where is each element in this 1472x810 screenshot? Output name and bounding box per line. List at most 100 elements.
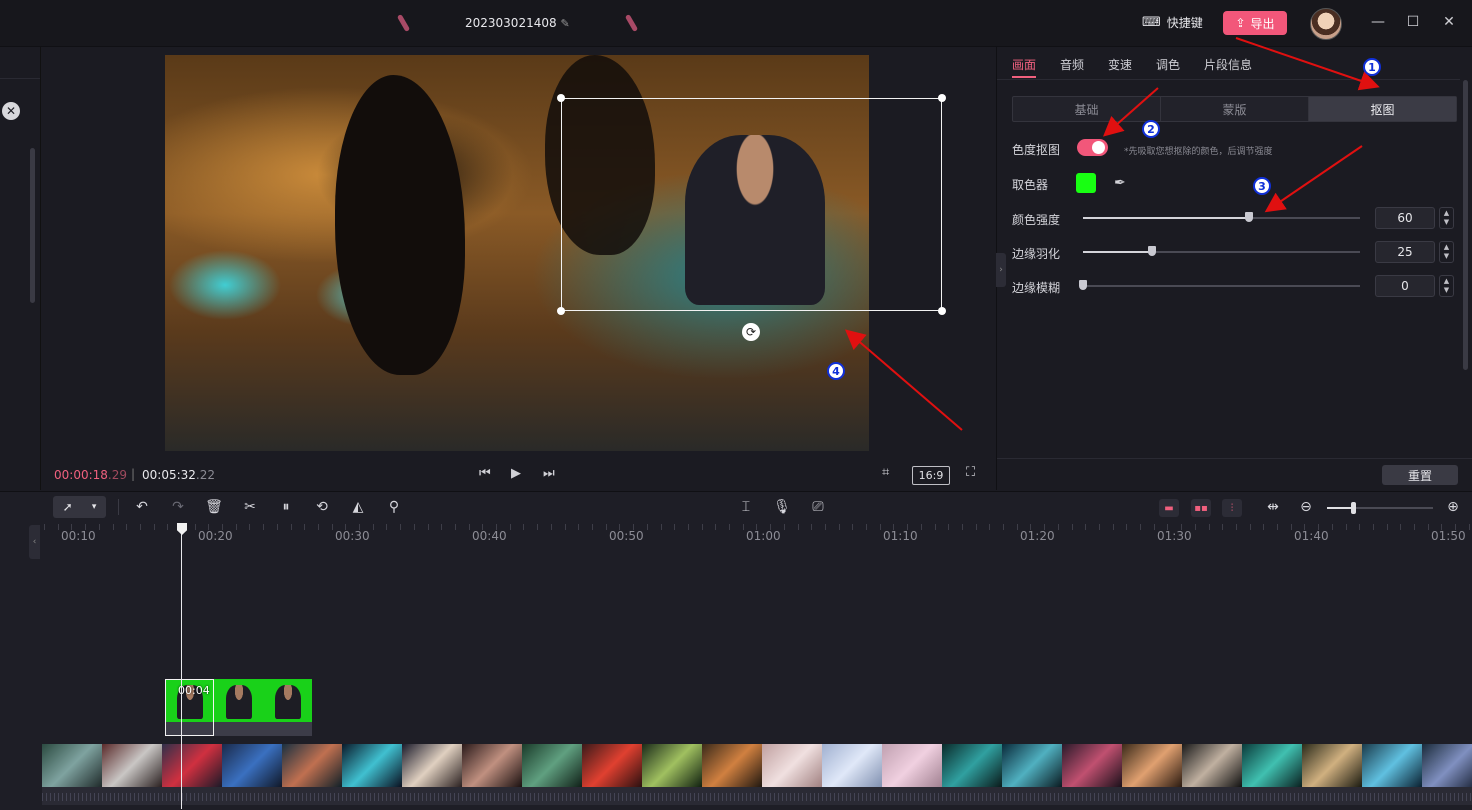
track-thumbnail bbox=[162, 744, 222, 787]
aspect-ratio-button[interactable]: 16:9 bbox=[912, 466, 950, 485]
track-thumbnail bbox=[342, 744, 402, 787]
ruler-tick bbox=[551, 524, 552, 530]
zoom-slider-thumb[interactable] bbox=[1351, 502, 1356, 514]
subtab-basic[interactable]: 基础 bbox=[1013, 97, 1161, 121]
auto-snap-icon[interactable]: ▪▪ bbox=[1191, 499, 1211, 517]
expand-panel-icon[interactable]: › bbox=[996, 253, 1006, 287]
ruler-tick bbox=[825, 524, 826, 530]
ruler-tick bbox=[71, 524, 72, 530]
loop-icon[interactable]: ⟲ bbox=[313, 499, 331, 515]
microphone-icon[interactable]: 🎙 bbox=[773, 499, 791, 515]
split-icon[interactable]: ⏸ bbox=[277, 499, 295, 515]
ruler-tick bbox=[400, 524, 401, 530]
ruler-tick bbox=[592, 524, 593, 530]
ruler-tick bbox=[811, 524, 812, 530]
select-tool-dropdown[interactable]: ➚ ▾ bbox=[53, 496, 106, 518]
collapse-left-icon[interactable]: ‹ bbox=[29, 525, 40, 559]
avatar[interactable] bbox=[1310, 8, 1342, 40]
rotate-icon[interactable]: ⟳ bbox=[742, 323, 760, 341]
main-video-track[interactable] bbox=[42, 744, 1472, 787]
track-thumbnail bbox=[42, 744, 102, 787]
ruler-tick bbox=[1113, 524, 1114, 530]
next-frame-icon[interactable]: ⏭ bbox=[543, 466, 555, 481]
close-icon[interactable]: ✕ bbox=[1437, 10, 1461, 34]
ruler-tick bbox=[1373, 524, 1374, 530]
edge-feather-thumb[interactable] bbox=[1148, 246, 1156, 256]
crop-icon[interactable]: ⌗ bbox=[882, 465, 889, 480]
subtab-cutout[interactable]: 抠图 bbox=[1309, 97, 1456, 121]
edge-feather-label: 边缘羽化 bbox=[1012, 247, 1061, 261]
edge-blur-stepper[interactable]: ▲ ▼ bbox=[1439, 275, 1454, 297]
resize-handle-br[interactable] bbox=[938, 307, 946, 315]
ruler-tick bbox=[1455, 524, 1456, 530]
text-recognition-icon[interactable]: ⌶ bbox=[737, 499, 755, 515]
close-panel-icon[interactable]: ✕ bbox=[2, 102, 20, 120]
project-title[interactable]: 202303021408 ✎ bbox=[465, 16, 570, 30]
main-track-magnet-icon[interactable]: ▬ bbox=[1159, 499, 1179, 517]
zoom-in-icon[interactable]: ⊕ bbox=[1444, 499, 1462, 515]
ruler-tick bbox=[702, 524, 703, 530]
picked-color-swatch[interactable] bbox=[1076, 173, 1096, 193]
pin-icon[interactable]: ⚲ bbox=[385, 499, 403, 515]
edge-feather-input[interactable]: 25 bbox=[1375, 241, 1435, 263]
edge-blur-input[interactable]: 0 bbox=[1375, 275, 1435, 297]
maximize-icon[interactable]: ☐ bbox=[1401, 10, 1425, 34]
inspector-scrollbar[interactable] bbox=[1463, 80, 1468, 370]
mirror-icon[interactable]: ◭ bbox=[349, 499, 367, 515]
tab-speed[interactable]: 变速 bbox=[1108, 56, 1132, 73]
ruler-tick bbox=[866, 524, 867, 530]
tab-audio[interactable]: 音频 bbox=[1060, 56, 1084, 73]
ruler-tick bbox=[222, 524, 223, 530]
color-strength-input[interactable]: 60 bbox=[1375, 207, 1435, 229]
subtab-mask[interactable]: 蒙版 bbox=[1161, 97, 1309, 121]
eyedropper-icon[interactable]: ✒ bbox=[1114, 175, 1126, 191]
ruler-tick bbox=[1400, 524, 1401, 530]
tab-color[interactable]: 调色 bbox=[1156, 56, 1180, 73]
ruler-tick bbox=[976, 524, 977, 530]
color-strength-thumb[interactable] bbox=[1245, 212, 1253, 222]
edge-blur-track[interactable] bbox=[1083, 285, 1360, 287]
ruler-tick bbox=[332, 524, 333, 530]
redo-icon[interactable]: ↷ bbox=[169, 499, 187, 515]
preview-axis-icon[interactable]: ⇹ bbox=[1264, 499, 1282, 515]
export-button[interactable]: ⇪ 导出 bbox=[1223, 11, 1287, 35]
zoom-out-icon[interactable]: ⊖ bbox=[1297, 499, 1315, 515]
ruler-tick bbox=[1058, 524, 1059, 530]
resize-handle-tr[interactable] bbox=[938, 94, 946, 102]
previous-frame-icon[interactable]: ⏮ bbox=[479, 466, 491, 481]
camera-record-icon[interactable]: ⎚ bbox=[809, 499, 827, 515]
shortcut-label: 快捷键 bbox=[1166, 16, 1203, 30]
shortcut-button[interactable]: ⌨ 快捷键 bbox=[1142, 14, 1203, 31]
keyboard-icon: ⌨ bbox=[1142, 15, 1161, 30]
delete-icon[interactable]: 🗑 bbox=[205, 499, 223, 515]
cut-icon[interactable]: ✂ bbox=[241, 499, 259, 515]
edge-blur-label: 边缘模糊 bbox=[1012, 281, 1061, 295]
fullscreen-icon[interactable]: ⛶ bbox=[966, 465, 975, 480]
linkage-icon[interactable]: ⫶ bbox=[1222, 499, 1242, 517]
tab-picture[interactable]: 画面 bbox=[1012, 56, 1036, 73]
play-icon[interactable]: ▶ bbox=[511, 466, 521, 481]
undo-icon[interactable]: ↶ bbox=[133, 499, 151, 515]
track-thumbnail bbox=[522, 744, 582, 787]
ruler-tick bbox=[304, 524, 305, 530]
overlay-clip-frame bbox=[214, 679, 263, 722]
step-badge-2: 2 bbox=[1142, 120, 1160, 138]
resize-handle-bl[interactable] bbox=[557, 307, 565, 315]
resize-handle-tl[interactable] bbox=[557, 94, 565, 102]
ruler-label: 01:30 bbox=[1157, 529, 1192, 543]
edit-title-icon[interactable]: ✎ bbox=[560, 17, 569, 30]
color-strength-stepper[interactable]: ▲ ▼ bbox=[1439, 207, 1454, 229]
edge-blur-thumb[interactable] bbox=[1079, 280, 1087, 290]
ruler-tick bbox=[962, 524, 963, 530]
minimize-icon[interactable]: — bbox=[1366, 10, 1390, 34]
left-scrollbar[interactable] bbox=[30, 148, 35, 303]
reset-button[interactable]: 重置 bbox=[1382, 465, 1458, 485]
edge-feather-stepper[interactable]: ▲ ▼ bbox=[1439, 241, 1454, 263]
ruler-tick bbox=[386, 524, 387, 530]
ruler-tick bbox=[633, 524, 634, 530]
chevron-down-icon: ▾ bbox=[91, 502, 97, 512]
transform-box[interactable] bbox=[561, 98, 942, 311]
tab-clip-info[interactable]: 片段信息 bbox=[1204, 56, 1252, 73]
ruler-tick bbox=[208, 524, 209, 530]
ruler-tick bbox=[1017, 524, 1018, 530]
